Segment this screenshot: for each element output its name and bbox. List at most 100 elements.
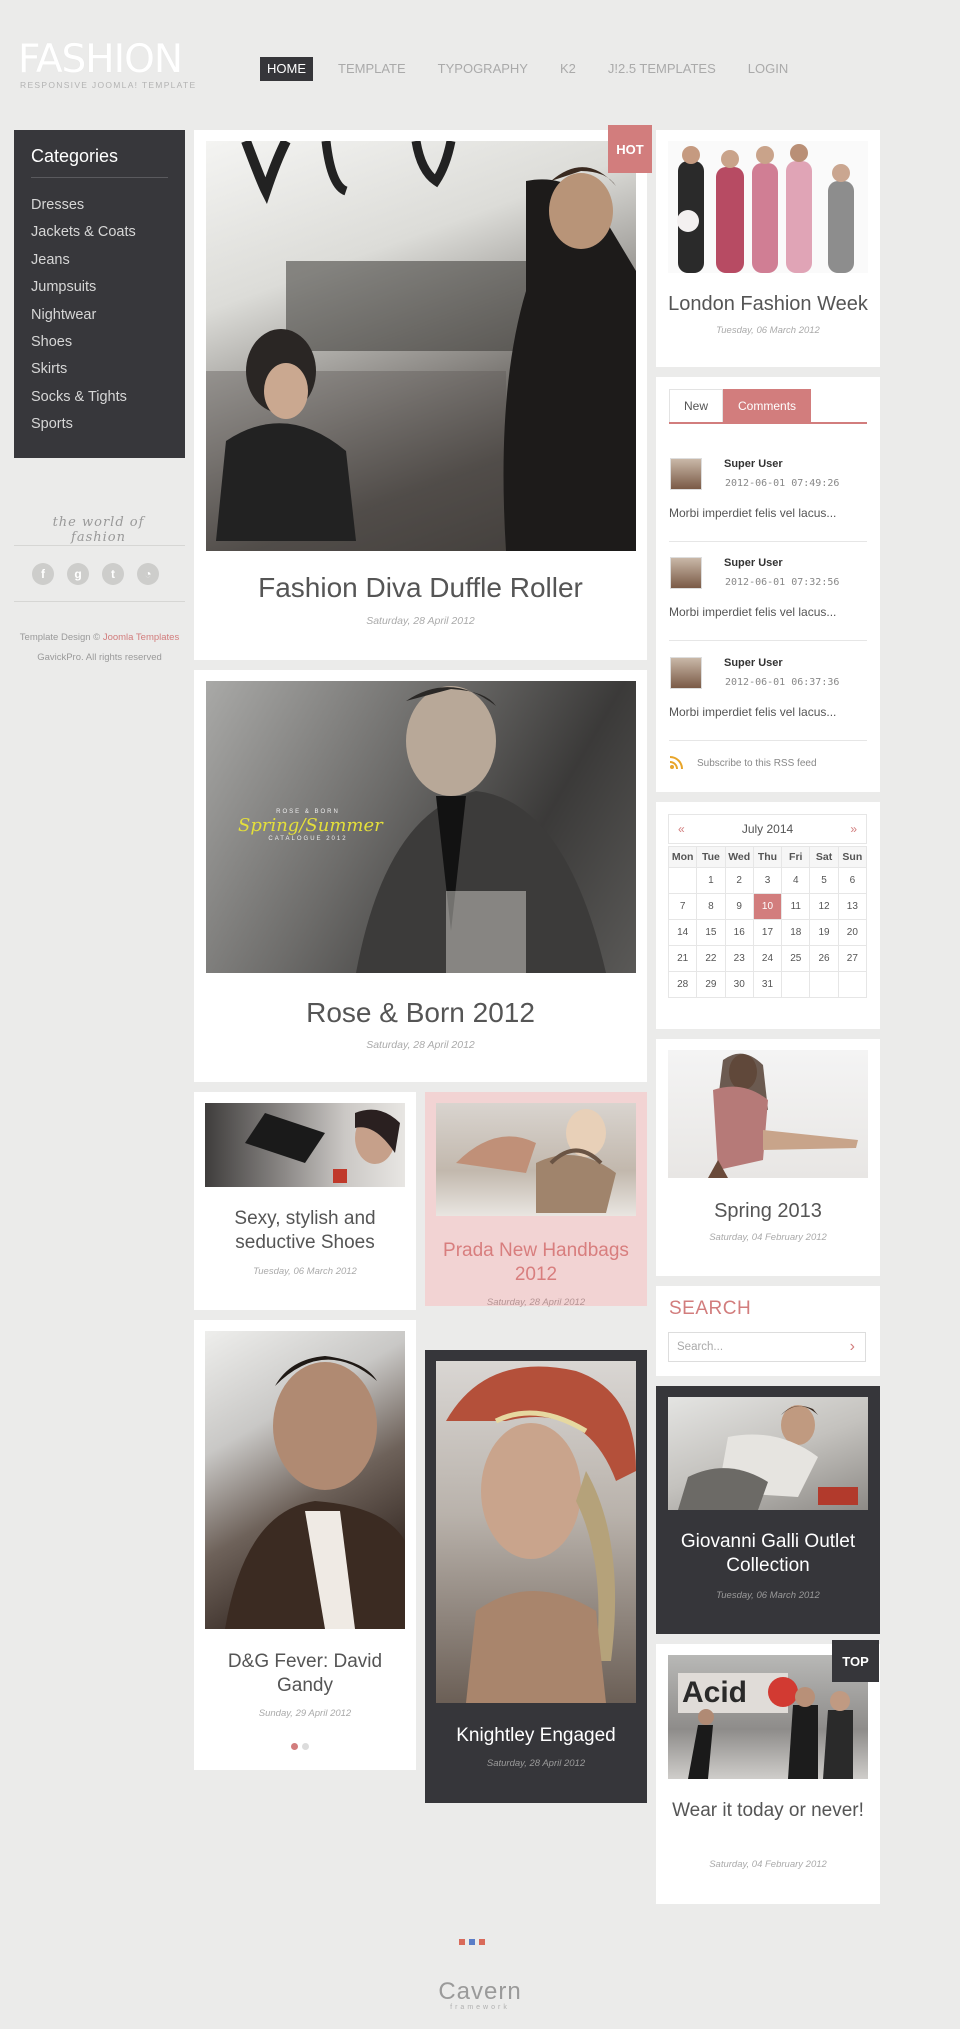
article-title[interactable]: London Fashion Week xyxy=(656,292,880,317)
calendar-day[interactable]: 1 xyxy=(696,867,726,894)
calendar-day[interactable]: 30 xyxy=(724,971,754,998)
calendar-day[interactable]: 11 xyxy=(781,893,811,920)
article-title[interactable]: Giovanni Galli Outlet Collection xyxy=(666,1530,870,1578)
calendar-day[interactable]: 5 xyxy=(809,867,839,894)
slider-dot-active[interactable] xyxy=(291,1743,298,1750)
category-jeans[interactable]: Jeans xyxy=(31,247,168,274)
calendar-day[interactable]: 22 xyxy=(696,945,726,972)
comment-text[interactable]: Morbi imperdiet felis vel lacus... xyxy=(669,605,836,619)
twitter-icon[interactable]: t xyxy=(102,563,124,585)
calendar-day[interactable]: 14 xyxy=(667,919,698,946)
article-image[interactable] xyxy=(206,141,636,551)
avatar[interactable] xyxy=(670,657,702,689)
article-image[interactable] xyxy=(436,1361,636,1703)
calendar-day[interactable]: 19 xyxy=(809,919,839,946)
comment-text[interactable]: Morbi imperdiet felis vel lacus... xyxy=(669,506,836,520)
avatar[interactable] xyxy=(670,458,702,490)
rss-icon[interactable]: ◔ xyxy=(137,563,159,585)
category-socks-tights[interactable]: Socks & Tights xyxy=(31,384,168,411)
calendar-day[interactable]: 7 xyxy=(667,893,698,920)
category-jumpsuits[interactable]: Jumpsuits xyxy=(31,274,168,301)
category-sports[interactable]: Sports xyxy=(31,411,168,438)
avatar[interactable] xyxy=(670,557,702,589)
nav-j25-templates[interactable]: J!2.5 TEMPLATES xyxy=(601,57,723,81)
calendar-day[interactable]: 3 xyxy=(752,867,783,894)
article-image[interactable] xyxy=(205,1331,405,1629)
rss-subscribe[interactable]: Subscribe to this RSS feed xyxy=(669,755,867,771)
article-title[interactable]: D&G Fever: David Gandy xyxy=(204,1650,406,1698)
nav-typography[interactable]: TYPOGRAPHY xyxy=(431,57,535,81)
comment-text[interactable]: Morbi imperdiet felis vel lacus... xyxy=(669,705,836,719)
calendar-prev[interactable]: « xyxy=(678,822,685,836)
logo-title[interactable]: FASHION xyxy=(18,40,183,79)
article-date: Saturday, 04 February 2012 xyxy=(709,1859,827,1870)
article-image[interactable] xyxy=(668,1050,868,1178)
nav-login[interactable]: LOGIN xyxy=(741,57,795,81)
facebook-icon[interactable]: f xyxy=(32,563,54,585)
rss-icon xyxy=(669,756,683,770)
article-title[interactable]: Sexy, stylish and seductive Shoes xyxy=(204,1207,406,1255)
calendar-next[interactable]: » xyxy=(850,822,857,836)
calendar-day[interactable]: 6 xyxy=(837,867,868,894)
calendar-day[interactable]: 13 xyxy=(837,893,868,920)
calendar-day[interactable]: 31 xyxy=(752,971,783,998)
article-date: Saturday, 28 April 2012 xyxy=(486,1297,586,1308)
calendar-day[interactable]: 9 xyxy=(724,893,754,920)
article-title[interactable]: Knightley Engaged xyxy=(435,1724,637,1748)
nav-k2[interactable]: K2 xyxy=(553,57,583,81)
search-input[interactable]: Search... › xyxy=(668,1332,866,1362)
comment-user[interactable]: Super User xyxy=(724,458,783,470)
calendar-day[interactable]: 18 xyxy=(781,919,811,946)
article-image[interactable] xyxy=(436,1103,636,1216)
article-card-london: London Fashion Week Tuesday, 06 March 20… xyxy=(656,130,880,367)
comment-user[interactable]: Super User xyxy=(724,557,783,569)
article-card-fashion-diva: HOT Fashion Diva Duffle Roller Saturday,… xyxy=(194,125,652,660)
search-submit-icon[interactable]: › xyxy=(850,1338,855,1356)
calendar-day[interactable]: 26 xyxy=(809,945,839,972)
calendar-day[interactable]: 20 xyxy=(837,919,868,946)
calendar-day[interactable]: 4 xyxy=(781,867,811,894)
nav-home[interactable]: HOME xyxy=(260,57,313,81)
footer-logo[interactable]: Cavern framework xyxy=(380,1980,580,2012)
credits-text: Template Design © xyxy=(19,632,101,643)
article-image[interactable] xyxy=(668,1397,868,1510)
calendar-day[interactable]: 16 xyxy=(724,919,754,946)
article-title[interactable]: Wear it today or never! xyxy=(666,1799,870,1823)
category-jackets-coats[interactable]: Jackets & Coats xyxy=(31,219,168,246)
footer-logo-sub: framework xyxy=(450,2004,510,2011)
slider-dot[interactable] xyxy=(302,1743,309,1750)
calendar-day[interactable]: 8 xyxy=(696,893,726,920)
calendar-day[interactable]: 23 xyxy=(724,945,754,972)
category-nightwear[interactable]: Nightwear xyxy=(31,302,168,329)
calendar-day[interactable]: 27 xyxy=(837,945,868,972)
category-dresses[interactable]: Dresses xyxy=(31,192,168,219)
nav-template[interactable]: TEMPLATE xyxy=(331,57,413,81)
calendar-day[interactable]: 2 xyxy=(724,867,754,894)
category-skirts[interactable]: Skirts xyxy=(31,356,168,383)
calendar-weekday: Thu xyxy=(752,846,783,868)
tab-comments[interactable]: Comments xyxy=(723,389,812,422)
article-image[interactable]: ROSE & BORN Spring/Summer CATALOGUE 2012 xyxy=(206,681,636,973)
article-title[interactable]: Prada New Handbags 2012 xyxy=(435,1239,637,1287)
tab-new[interactable]: New xyxy=(669,389,724,422)
article-title[interactable]: Rose & Born 2012 xyxy=(194,995,647,1030)
credits-link[interactable]: Joomla Templates xyxy=(103,632,179,643)
comment-user[interactable]: Super User xyxy=(724,657,783,669)
article-image[interactable] xyxy=(668,141,868,273)
footer-dot xyxy=(479,1939,485,1945)
calendar-day[interactable]: 21 xyxy=(667,945,698,972)
calendar-day[interactable]: 12 xyxy=(809,893,839,920)
calendar-day[interactable]: 24 xyxy=(752,945,783,972)
calendar-day[interactable]: 15 xyxy=(696,919,726,946)
googleplus-icon[interactable]: g xyxy=(67,563,89,585)
category-shoes[interactable]: Shoes xyxy=(31,329,168,356)
calendar-day[interactable]: 25 xyxy=(781,945,811,972)
calendar-day[interactable]: 29 xyxy=(696,971,726,998)
article-title[interactable]: Fashion Diva Duffle Roller xyxy=(194,570,647,605)
article-title[interactable]: Spring 2013 xyxy=(656,1199,880,1224)
calendar-day-today[interactable]: 10 xyxy=(752,893,783,920)
article-image[interactable] xyxy=(205,1103,405,1187)
calendar-day[interactable]: 17 xyxy=(752,919,783,946)
search-placeholder: Search... xyxy=(677,1341,724,1353)
calendar-day[interactable]: 28 xyxy=(667,971,698,998)
